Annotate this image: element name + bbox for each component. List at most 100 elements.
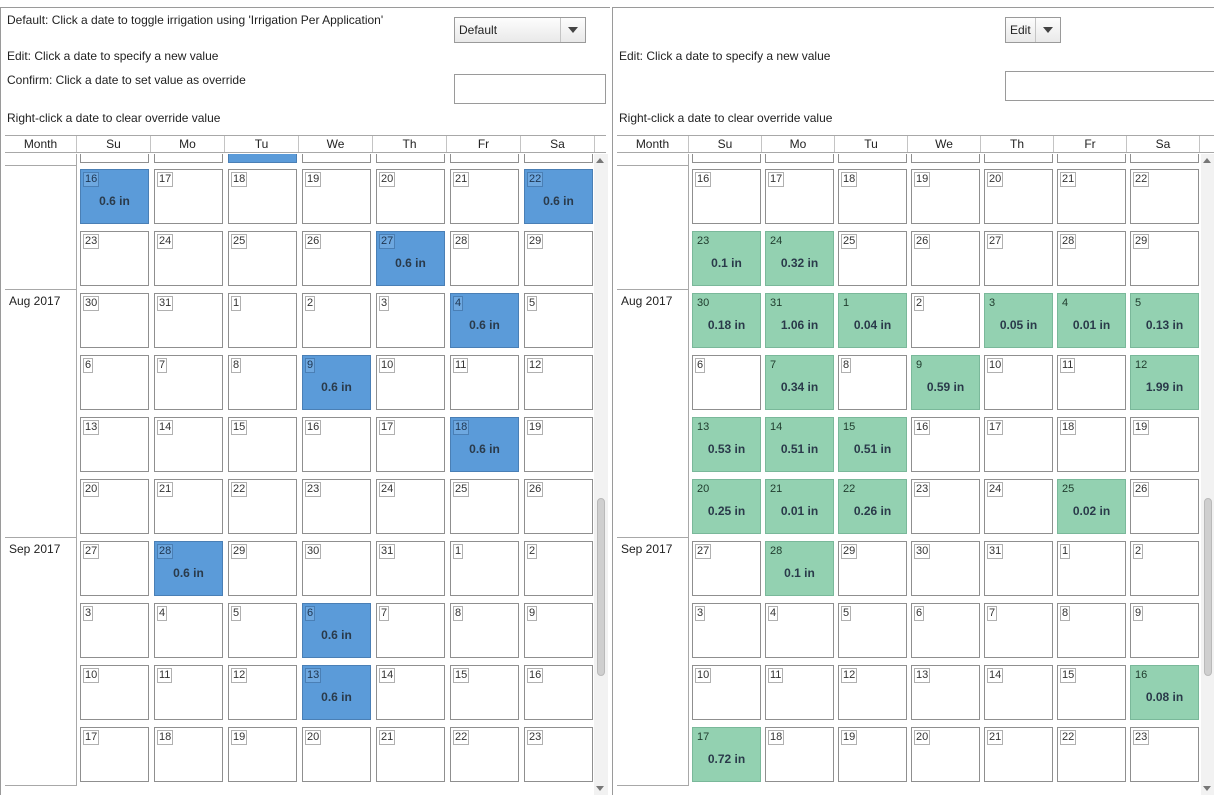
day-cell[interactable]: 19 [228, 727, 297, 782]
day-cell[interactable]: 16 [911, 417, 980, 472]
day-cell[interactable]: 2 [911, 293, 980, 348]
day-cell[interactable]: 23 [80, 231, 149, 286]
day-cell[interactable]: 2 [1130, 541, 1199, 596]
day-cell[interactable]: 20 0.25 in [692, 479, 761, 534]
day-cell[interactable]: 1 [450, 541, 519, 596]
day-cell[interactable]: 25 0.02 in [1057, 479, 1126, 534]
day-cell[interactable]: 28 0.1 in [765, 541, 834, 596]
day-cell[interactable]: 4 [765, 603, 834, 658]
day-cell[interactable]: 10 [80, 665, 149, 720]
day-cell[interactable]: 26 [1130, 479, 1199, 534]
day-cell[interactable]: 13 [911, 665, 980, 720]
day-cell[interactable]: 21 [984, 727, 1053, 782]
day-cell-partial[interactable] [80, 154, 149, 163]
scrollbar-thumb[interactable] [1204, 498, 1212, 676]
day-cell[interactable]: 7 0.34 in [765, 355, 834, 410]
day-cell[interactable]: 24 0.32 in [765, 231, 834, 286]
day-cell[interactable]: 10 [692, 665, 761, 720]
day-cell[interactable]: 29 [524, 231, 593, 286]
day-cell[interactable]: 27 [692, 541, 761, 596]
day-cell[interactable]: 15 0.51 in [838, 417, 907, 472]
day-cell[interactable]: 19 [302, 169, 371, 224]
day-cell[interactable]: 19 [524, 417, 593, 472]
day-cell[interactable]: 28 [450, 231, 519, 286]
day-cell-partial[interactable] [838, 154, 907, 163]
day-cell[interactable]: 17 [984, 417, 1053, 472]
scroll-down-arrow-icon[interactable] [1203, 786, 1211, 791]
day-cell[interactable]: 23 [1130, 727, 1199, 782]
day-cell[interactable]: 16 [302, 417, 371, 472]
day-cell[interactable]: 20 [302, 727, 371, 782]
day-cell[interactable]: 14 0.51 in [765, 417, 834, 472]
day-cell[interactable]: 27 [80, 541, 149, 596]
day-cell[interactable]: 22 [1057, 727, 1126, 782]
day-cell[interactable]: 15 [450, 665, 519, 720]
day-cell[interactable]: 26 [302, 231, 371, 286]
day-cell[interactable]: 20 [376, 169, 445, 224]
day-cell-partial[interactable] [524, 154, 593, 163]
day-cell[interactable]: 4 0.01 in [1057, 293, 1126, 348]
day-cell[interactable]: 7 [376, 603, 445, 658]
day-cell[interactable]: 20 [911, 727, 980, 782]
day-cell[interactable]: 12 [228, 665, 297, 720]
day-cell[interactable]: 19 [911, 169, 980, 224]
day-cell[interactable]: 2 [524, 541, 593, 596]
day-cell[interactable]: 18 [154, 727, 223, 782]
day-cell[interactable]: 22 [1130, 169, 1199, 224]
day-cell[interactable]: 14 [154, 417, 223, 472]
day-cell[interactable]: 21 [450, 169, 519, 224]
day-cell-partial[interactable] [228, 154, 297, 163]
day-cell[interactable]: 11 [154, 665, 223, 720]
day-cell[interactable]: 21 [1057, 169, 1126, 224]
day-cell[interactable]: 23 [911, 479, 980, 534]
day-cell[interactable]: 8 [838, 355, 907, 410]
day-cell[interactable]: 3 [692, 603, 761, 658]
day-cell[interactable]: 18 [228, 169, 297, 224]
mode-dropdown[interactable]: Default [454, 17, 586, 43]
day-cell[interactable]: 24 [376, 479, 445, 534]
day-cell[interactable]: 20 [80, 479, 149, 534]
day-cell[interactable]: 22 [228, 479, 297, 534]
day-cell[interactable]: 17 [80, 727, 149, 782]
day-cell-partial[interactable] [376, 154, 445, 163]
day-cell[interactable]: 16 0.08 in [1130, 665, 1199, 720]
day-cell[interactable]: 13 0.53 in [692, 417, 761, 472]
day-cell[interactable]: 10 [376, 355, 445, 410]
day-cell[interactable]: 11 [1057, 355, 1126, 410]
day-cell[interactable]: 12 [838, 665, 907, 720]
day-cell[interactable]: 14 [376, 665, 445, 720]
scrollbar-thumb[interactable] [597, 498, 605, 676]
day-cell[interactable]: 18 [1057, 417, 1126, 472]
day-cell[interactable]: 6 [692, 355, 761, 410]
day-cell[interactable]: 4 [154, 603, 223, 658]
day-cell[interactable]: 25 [450, 479, 519, 534]
override-value-input[interactable] [454, 74, 606, 104]
day-cell[interactable]: 8 [228, 355, 297, 410]
day-cell-partial[interactable] [984, 154, 1053, 163]
day-cell[interactable]: 9 [524, 603, 593, 658]
chevron-down-icon[interactable] [560, 18, 585, 42]
day-cell[interactable]: 18 [838, 169, 907, 224]
day-cell[interactable]: 31 [376, 541, 445, 596]
day-cell-partial[interactable] [1130, 154, 1199, 163]
day-cell[interactable]: 12 1.99 in [1130, 355, 1199, 410]
day-cell[interactable]: 21 [376, 727, 445, 782]
day-cell-partial[interactable] [1057, 154, 1126, 163]
scroll-down-arrow-icon[interactable] [596, 786, 604, 791]
day-cell[interactable]: 15 [1057, 665, 1126, 720]
day-cell[interactable]: 17 0.72 in [692, 727, 761, 782]
day-cell[interactable]: 3 [80, 603, 149, 658]
day-cell[interactable]: 6 [80, 355, 149, 410]
day-cell[interactable]: 28 0.6 in [154, 541, 223, 596]
scroll-up-arrow-icon[interactable] [596, 158, 604, 163]
day-cell[interactable]: 17 [376, 417, 445, 472]
mode-dropdown[interactable]: Edit [1005, 17, 1061, 43]
day-cell[interactable]: 20 [984, 169, 1053, 224]
day-cell[interactable]: 19 [838, 727, 907, 782]
day-cell[interactable]: 1 [228, 293, 297, 348]
day-cell[interactable]: 23 [524, 727, 593, 782]
day-cell[interactable]: 21 [154, 479, 223, 534]
day-cell[interactable]: 10 [984, 355, 1053, 410]
day-cell[interactable]: 8 [1057, 603, 1126, 658]
day-cell[interactable]: 29 [228, 541, 297, 596]
